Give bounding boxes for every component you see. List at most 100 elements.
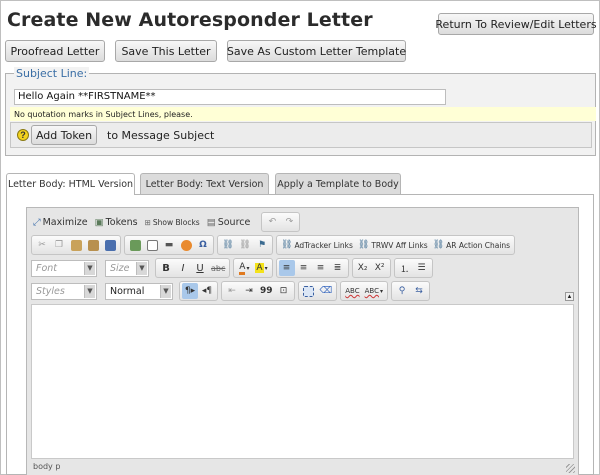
token-target-label: to Message Subject	[107, 129, 215, 142]
indent-icon[interactable]: ⇥	[241, 283, 257, 299]
unlink-icon[interactable]: ⛓	[237, 237, 253, 253]
trwv-icon: ⛓	[357, 240, 370, 250]
save-template-button[interactable]: Save As Custom Letter Template	[227, 40, 406, 62]
trwv-aff-links-button[interactable]: ⛓ TRWV Aff Links	[356, 237, 430, 253]
basic-style-group: B I U abc	[155, 258, 231, 278]
blockquote-icon[interactable]: 99	[258, 283, 275, 299]
underline-button[interactable]: U	[192, 260, 208, 276]
find-group: ⚲ ⇆	[391, 281, 430, 301]
chevron-down-icon: ▼	[84, 284, 95, 298]
align-group: ≡ ≡ ≡ ≣	[275, 258, 349, 278]
scayt-icon[interactable]: ABC ▾	[363, 283, 385, 299]
numbered-list-icon[interactable]: ⒈	[397, 260, 413, 276]
adtracker-links-button[interactable]: ⛓ AdTracker Links	[279, 237, 355, 253]
element-path: body p	[33, 462, 61, 471]
undo-icon[interactable]: ↶	[264, 214, 280, 230]
copy-icon[interactable]: ❐	[51, 237, 67, 253]
font-select[interactable]: Font ▼	[31, 259, 97, 277]
horizontal-rule-icon[interactable]: ▬	[161, 237, 177, 253]
find-icon[interactable]: ⚲	[394, 283, 410, 299]
proofread-button[interactable]: Proofread Letter	[5, 40, 105, 62]
clipboard-group: ✂ ❐	[31, 235, 121, 255]
remove-format-icon[interactable]: ⌫	[318, 283, 335, 299]
maximize-button[interactable]: ⤢ Maximize	[31, 214, 90, 230]
source-icon: ▤	[206, 216, 216, 228]
undo-redo-group: ↶ ↷	[261, 212, 301, 232]
subscript-button[interactable]: X₂	[355, 260, 371, 276]
div-icon[interactable]: ⊡	[276, 283, 292, 299]
justify-icon[interactable]: ≣	[330, 260, 346, 276]
select-all-icon[interactable]	[301, 283, 317, 299]
help-icon[interactable]: ?	[17, 129, 29, 141]
bold-button[interactable]: B	[158, 260, 174, 276]
bg-color-icon[interactable]: A ▾	[253, 260, 269, 276]
link-icon[interactable]: ⛓	[220, 237, 236, 253]
subject-fieldset: Subject Line: Hello Again **FIRSTNAME** …	[5, 67, 596, 156]
redo-icon[interactable]: ↷	[281, 214, 297, 230]
editor-content-area[interactable]	[31, 304, 574, 459]
replace-icon[interactable]: ⇆	[411, 283, 427, 299]
adtracker-icon: ⛓	[281, 240, 293, 250]
spell-group: ABC ABC ▾	[340, 281, 388, 301]
image-icon[interactable]	[127, 237, 143, 253]
tab-apply-template[interactable]: Apply a Template to Body	[275, 173, 401, 194]
smiley-icon[interactable]	[178, 237, 194, 253]
color-group: A ▾ A ▾	[233, 258, 273, 278]
strike-button[interactable]: abc	[209, 260, 227, 276]
page-title: Create New Autoresponder Letter	[7, 9, 373, 31]
tools-group: ⌫	[297, 281, 338, 301]
toolbar-row-1: ⤢ Maximize ▣ Tokens ⊞ Show Blocks ▤ Source ↶…	[31, 212, 301, 232]
collapse-icon[interactable]: ▲	[565, 292, 574, 301]
save-letter-button[interactable]: Save This Letter	[115, 40, 217, 62]
align-left-icon[interactable]: ≡	[278, 260, 295, 276]
show-blocks-button[interactable]: ⊞ Show Blocks	[143, 214, 202, 230]
indent-group: ⇤ ⇥ 99 ⊡	[221, 281, 295, 301]
link-group: ⛓ ⛓ ⚑	[217, 235, 273, 255]
ltr-icon[interactable]: ¶▸	[182, 283, 198, 299]
align-right-icon[interactable]: ≡	[313, 260, 329, 276]
tab-panel: ⤢ Maximize ▣ Tokens ⊞ Show Blocks ▤ Source ↶…	[6, 194, 594, 475]
chevron-down-icon: ▼	[136, 261, 147, 275]
spellcheck-icon[interactable]: ABC	[343, 283, 361, 299]
cut-icon[interactable]: ✂	[34, 237, 50, 253]
toolbar-row-4: Styles ▼ Normal ▼ ¶▸ ◂¶ ⇤ ⇥ 99 ⊡ ⌫ ABC ABC…	[31, 281, 430, 301]
bullet-list-icon[interactable]: ☰	[414, 260, 430, 276]
insert-group: ▬ Ω	[124, 235, 214, 255]
outdent-icon[interactable]: ⇤	[224, 283, 240, 299]
token-row: ? Add Token to Message Subject	[10, 122, 592, 148]
format-select[interactable]: Normal ▼	[105, 282, 173, 300]
direction-group: ¶▸ ◂¶	[179, 281, 218, 301]
ar-action-chains-button[interactable]: ⛓ AR Action Chains	[431, 237, 512, 253]
italic-button[interactable]: I	[175, 260, 191, 276]
special-char-icon[interactable]: Ω	[195, 237, 211, 253]
subject-legend: Subject Line:	[14, 67, 90, 80]
size-select[interactable]: Size ▼	[105, 259, 149, 277]
tab-text-version[interactable]: Letter Body: Text Version	[140, 173, 269, 194]
subject-input[interactable]: Hello Again **FIRSTNAME**	[14, 89, 446, 105]
tokens-button[interactable]: ▣ Tokens	[93, 214, 140, 230]
chevron-down-icon: ▼	[160, 284, 171, 298]
add-token-button[interactable]: Add Token	[31, 125, 97, 145]
toolbar-row-3: Font▼ Size▼ B I U abc A▾ A▾ ≡ ≡ ≡ ≣	[31, 258, 433, 278]
tokens-icon: ▣	[94, 216, 104, 228]
anchor-icon[interactable]: ⚑	[254, 237, 270, 253]
tab-html-version[interactable]: Letter Body: HTML Version	[6, 173, 135, 195]
source-button[interactable]: ▤ Source	[205, 214, 253, 230]
paste-text-icon[interactable]	[85, 237, 101, 253]
paste-word-icon[interactable]	[102, 237, 118, 253]
custom-links-group: ⛓ AdTracker Links ⛓ TRWV Aff Links ⛓ AR Act…	[276, 235, 516, 255]
rtl-icon[interactable]: ◂¶	[199, 283, 215, 299]
show-blocks-icon: ⊞	[144, 217, 151, 227]
table-icon[interactable]	[144, 237, 160, 253]
superscript-button[interactable]: X²	[372, 260, 388, 276]
return-to-review-button[interactable]: Return To Review/Edit Letters	[435, 13, 597, 35]
resize-grip-icon[interactable]	[566, 464, 575, 473]
tab-bar: Letter Body: HTML Version Letter Body: T…	[6, 173, 594, 195]
maximize-icon: ⤢	[33, 216, 41, 228]
paste-icon[interactable]	[68, 237, 84, 253]
align-center-icon[interactable]: ≡	[296, 260, 312, 276]
ar-chains-icon: ⛓	[432, 240, 445, 250]
styles-select[interactable]: Styles ▼	[31, 282, 97, 300]
toolbar-row-2: ✂ ❐ ▬ Ω ⛓ ⛓ ⚑ ⛓ AdTracker Links ⛓ TRWV A…	[31, 235, 516, 255]
text-color-icon[interactable]: A ▾	[236, 260, 252, 276]
